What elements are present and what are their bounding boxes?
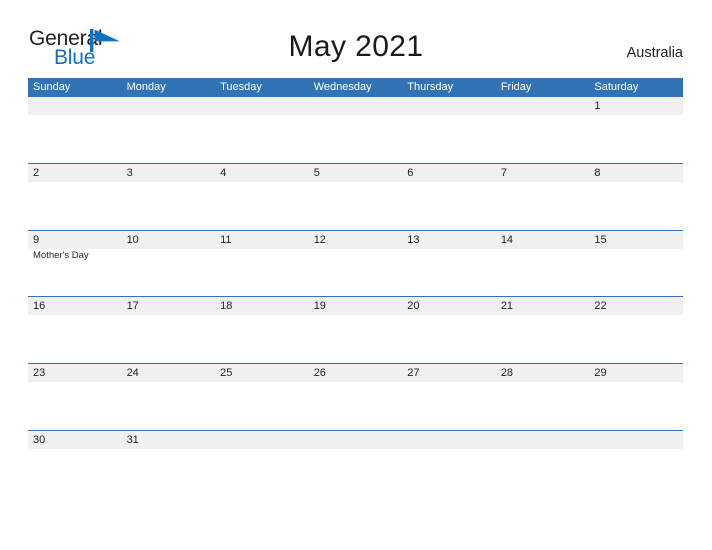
week-days: 2 3 4 5 6 7 8 (28, 164, 683, 230)
dow-tuesday: Tuesday (220, 81, 262, 93)
day-number: 7 (500, 166, 507, 179)
day-number: 15 (594, 233, 607, 246)
day-cell[interactable]: 18 (215, 297, 309, 363)
day-cell[interactable]: 1 (589, 97, 683, 163)
day-cell[interactable]: 16 (28, 297, 122, 363)
week-row: 30 31 (28, 429, 683, 497)
day-cell[interactable]: 31 (122, 431, 216, 497)
day-cell[interactable]: 25 (215, 364, 309, 430)
day-number: 27 (407, 367, 420, 380)
day-cell[interactable]: 8 (589, 164, 683, 230)
day-number: 19 (313, 300, 326, 313)
dow-monday: Monday (126, 81, 166, 93)
day-number: 16 (33, 300, 46, 313)
day-cell[interactable]: 21 (496, 297, 590, 363)
day-cell[interactable]: 13 (402, 231, 496, 297)
day-number: 31 (126, 433, 139, 446)
day-cell[interactable] (496, 97, 590, 163)
day-number: 10 (126, 233, 139, 246)
calendar-page: General Blue May 2021 Australia Sunday M… (0, 0, 712, 550)
day-number: 26 (313, 367, 326, 380)
week-row: 23 24 25 26 27 28 29 (28, 363, 683, 430)
day-number: 24 (126, 367, 139, 380)
day-number: 1 (594, 100, 601, 112)
day-cell[interactable]: 11 (215, 231, 309, 297)
day-cell[interactable]: 10 (122, 231, 216, 297)
day-cell[interactable] (589, 431, 683, 497)
day-cell[interactable] (402, 97, 496, 163)
week-row: 9 Mother's Day 10 11 12 13 14 15 (28, 229, 683, 297)
day-cell[interactable]: 2 (28, 164, 122, 230)
day-cell[interactable]: 22 (589, 297, 683, 363)
day-cell[interactable] (215, 431, 309, 497)
day-cell[interactable] (309, 431, 403, 497)
calendar-grid: Sunday Monday Tuesday Wednesday Thursday… (28, 78, 683, 497)
day-number: 25 (220, 367, 233, 380)
week-row: 1 (28, 96, 683, 163)
day-cell[interactable]: 7 (496, 164, 590, 230)
day-cell[interactable]: 29 (589, 364, 683, 430)
day-number: 20 (407, 300, 420, 313)
day-number: 11 (220, 233, 232, 246)
day-cell[interactable]: 23 (28, 364, 122, 430)
day-number: 18 (220, 300, 233, 313)
day-cell[interactable]: 4 (215, 164, 309, 230)
day-number: 13 (407, 233, 420, 246)
dow-friday: Friday (500, 81, 532, 93)
day-number: 22 (594, 300, 607, 313)
day-number: 6 (407, 166, 414, 179)
day-cell[interactable]: 24 (122, 364, 216, 430)
dow-sunday: Sunday (33, 81, 71, 93)
week-days: 23 24 25 26 27 28 29 (28, 364, 683, 430)
day-cell[interactable]: 3 (122, 164, 216, 230)
day-cell[interactable] (402, 431, 496, 497)
day-number: 29 (594, 367, 607, 380)
day-cell[interactable] (28, 97, 122, 163)
week-days: 9 Mother's Day 10 11 12 13 14 15 (28, 231, 683, 297)
day-cell[interactable]: 9 Mother's Day (28, 231, 122, 297)
day-number: 9 (33, 233, 40, 246)
day-event: Mother's Day (33, 249, 89, 261)
week-days: 16 17 18 19 20 21 22 (28, 297, 683, 363)
day-number: 4 (220, 166, 227, 179)
day-number: 2 (33, 166, 40, 179)
day-cell[interactable]: 27 (402, 364, 496, 430)
day-cell[interactable] (496, 431, 590, 497)
locale-label: Australia (626, 45, 683, 61)
day-cell[interactable] (122, 97, 216, 163)
day-cell[interactable]: 12 (309, 231, 403, 297)
day-cell[interactable]: 14 (496, 231, 590, 297)
dow-thursday: Thursday (407, 81, 454, 93)
day-number: 3 (126, 166, 133, 179)
day-cell[interactable]: 30 (28, 431, 122, 497)
page-header: General Blue May 2021 Australia (0, 0, 712, 78)
day-of-week-header-row: Sunday Monday Tuesday Wednesday Thursday… (28, 78, 683, 96)
day-number: 17 (126, 300, 139, 313)
day-number: 28 (500, 367, 514, 380)
week-row: 16 17 18 19 20 21 22 (28, 296, 683, 363)
day-number: 12 (313, 233, 326, 246)
day-cell[interactable]: 6 (402, 164, 496, 230)
dow-saturday: Saturday (594, 81, 639, 93)
week-row: 2 3 4 5 6 7 8 (28, 162, 683, 230)
day-cell[interactable]: 19 (309, 297, 403, 363)
day-cell[interactable] (309, 97, 403, 163)
week-days: 1 (28, 97, 683, 163)
day-cell[interactable]: 17 (122, 297, 216, 363)
page-title: May 2021 (288, 30, 424, 63)
day-number: 5 (313, 166, 320, 179)
dow-wednesday: Wednesday (313, 81, 372, 93)
day-cell[interactable]: 28 (496, 364, 590, 430)
day-number: 30 (33, 433, 46, 446)
day-cell[interactable] (215, 97, 309, 163)
week-days: 30 31 (28, 431, 683, 497)
day-cell[interactable]: 20 (402, 297, 496, 363)
day-cell[interactable]: 5 (309, 164, 403, 230)
day-cell[interactable]: 15 (589, 231, 683, 297)
day-number: 21 (500, 300, 514, 313)
day-cell[interactable]: 26 (309, 364, 403, 430)
day-number: 8 (594, 166, 601, 179)
day-number: 14 (500, 233, 514, 246)
day-number: 23 (33, 367, 46, 380)
